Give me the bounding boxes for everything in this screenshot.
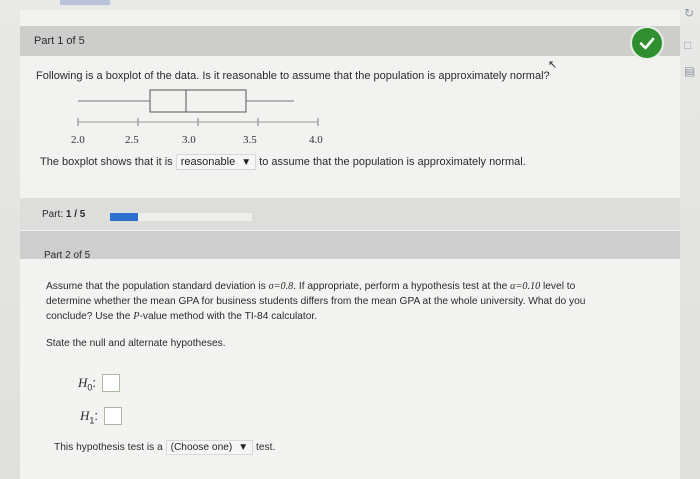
tick-label-3-0: 3.0	[182, 134, 196, 146]
boxplot-box	[149, 89, 247, 113]
h1-letter: H	[80, 408, 90, 423]
side-calculator-icon[interactable]: ▤	[684, 64, 695, 78]
dropdown-caret-icon: ▼	[238, 442, 249, 453]
reasonable-select[interactable]: reasonable ▼	[175, 154, 257, 170]
h0-label: H0:	[78, 375, 97, 393]
boxplot-chart	[77, 89, 319, 126]
h1-input[interactable]	[104, 407, 122, 425]
sigma-value: σ=0.8	[268, 281, 294, 292]
progress-fill	[110, 213, 139, 221]
tick-label-2-0: 2.0	[71, 134, 85, 146]
tick-label-4-0: 4.0	[309, 134, 323, 146]
part2-question: Assume that the population standard devi…	[46, 279, 666, 324]
tick-label-3-5: 3.5	[243, 134, 257, 146]
part1-answer-row: The boxplot shows that it is reasonable ▼…	[40, 154, 526, 170]
question-text-3a: conclude? Use the	[46, 311, 134, 322]
tick-label-2-5: 2.5	[125, 134, 139, 146]
reasonable-select-value: reasonable	[180, 156, 236, 168]
test-type-row: This hypothesis test is a (Choose one) ▼ …	[54, 440, 275, 455]
h1-subscript: 1	[89, 415, 95, 426]
answer-prefix: The boxplot shows that it is	[40, 156, 173, 168]
test-prefix: This hypothesis test is a	[54, 442, 163, 453]
alpha-value: α=0.10	[510, 281, 541, 292]
side-document-icon[interactable]: □	[684, 38, 691, 52]
test-suffix: test.	[256, 442, 276, 453]
h0-letter: H	[78, 375, 88, 390]
mouse-cursor-icon: ↖	[548, 59, 558, 71]
side-refresh-icon[interactable]: ↻	[684, 6, 694, 20]
hypotheses-instruction: State the null and alternate hypotheses.	[46, 338, 226, 349]
h0-input[interactable]	[102, 374, 120, 392]
question-text-2: determine whether the mean GPA for busin…	[46, 296, 586, 307]
top-toolbar-edge	[60, 0, 110, 5]
answer-suffix: to assume that the population is approxi…	[259, 156, 526, 168]
part1-header: Part 1 of 5	[20, 26, 680, 56]
question-text-1b: . If appropriate, perform a hypothesis t…	[293, 281, 511, 292]
question-text-3b: -value method with the TI-84 calculator.	[139, 311, 318, 322]
progress-label-text: Part:	[42, 209, 66, 220]
test-type-select[interactable]: (Choose one) ▼	[165, 440, 254, 455]
h0-subscript: 0	[87, 382, 93, 393]
progress-value: 1 / 5	[65, 209, 86, 220]
h1-label: H1:	[80, 408, 99, 426]
part2-header-bar	[20, 231, 680, 259]
question-text-1a: Assume that the population standard devi…	[46, 281, 269, 292]
question-text-1c: level to	[540, 281, 576, 292]
correct-check-icon	[632, 28, 662, 58]
part1-header-label: Part 1 of 5	[34, 35, 85, 47]
progress-label: Part: 1 / 5	[42, 209, 85, 220]
test-type-select-value: (Choose one)	[170, 442, 233, 453]
dropdown-caret-icon: ▼	[241, 157, 252, 168]
part2-header: Part 2 of 5	[44, 250, 91, 261]
